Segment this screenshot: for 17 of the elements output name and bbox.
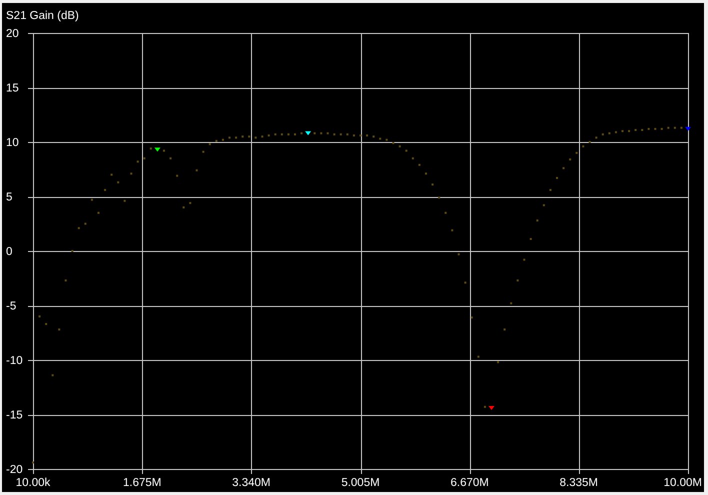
axis-label: 3.340M: [232, 477, 271, 489]
axis-label: 10: [6, 137, 19, 149]
axis-label: -20: [6, 464, 23, 476]
axis-label: 10.00M: [664, 477, 702, 489]
axis-label: 5.005M: [341, 477, 380, 489]
axis-label: 5: [6, 192, 12, 204]
axis-label: -10: [6, 355, 23, 367]
axis-label: 6.670M: [450, 477, 489, 489]
axis-label: 15: [6, 82, 19, 94]
axis-label: -15: [6, 410, 23, 422]
axis-label: 8.335M: [560, 477, 598, 489]
axis-label: 1.675M: [122, 477, 162, 489]
axis-label: 20: [6, 28, 19, 40]
chart-title: S21 Gain (dB): [6, 10, 79, 22]
axis-label: 0: [6, 246, 12, 258]
axis-label: 10.00k: [16, 477, 50, 489]
axis-label: -5: [6, 300, 16, 312]
